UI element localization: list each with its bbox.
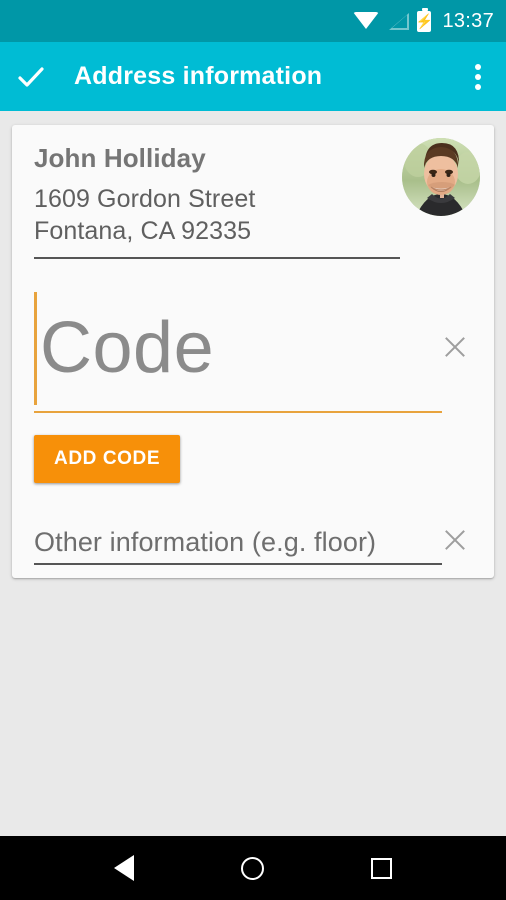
battery-charging-icon: ⚡: [415, 7, 434, 32]
other-input-underline: [34, 563, 442, 565]
check-icon[interactable]: [0, 61, 62, 93]
address-card: John Holliday 1609 Gordon Street Fontana…: [12, 125, 494, 578]
home-circle-icon[interactable]: [223, 836, 283, 900]
add-code-button[interactable]: ADD CODE: [34, 435, 181, 483]
more-vertical-icon[interactable]: [450, 42, 506, 111]
address-line-1: 1609 Gordon Street: [34, 185, 256, 213]
overflow-dot: [475, 73, 481, 80]
recipient-name: John Holliday: [34, 143, 206, 173]
wifi-icon: [353, 12, 380, 29]
cell-signal-icon: [387, 12, 410, 30]
close-icon[interactable]: [440, 525, 470, 555]
phone-screen: ⚡ 13:37 Address information John Hollida…: [0, 0, 506, 900]
home-glyph: [241, 856, 265, 880]
recents-glyph: [371, 857, 393, 879]
back-triangle-icon[interactable]: [94, 836, 154, 900]
close-icon-glyph: [440, 525, 470, 555]
status-time: 13:37: [442, 9, 494, 32]
close-icon[interactable]: [440, 332, 470, 362]
app-bar: Address information: [0, 42, 506, 111]
address-line-2: Fontana, CA 92335: [34, 217, 252, 245]
back-glyph: [114, 855, 135, 881]
other-information-input[interactable]: Other information (e.g. floor): [34, 522, 376, 562]
address-divider: [34, 257, 400, 259]
page-title: Address information: [74, 62, 323, 90]
text-cursor: [34, 292, 37, 405]
recents-square-icon[interactable]: [352, 836, 412, 900]
close-icon-glyph: [440, 332, 470, 362]
status-bar: ⚡ 13:37: [0, 0, 506, 42]
avatar: [402, 138, 480, 216]
code-input-underline: [34, 411, 442, 413]
overflow-dot: [475, 63, 481, 70]
android-nav-bar: [0, 836, 506, 900]
code-field-row[interactable]: Code: [12, 290, 494, 415]
other-field-row[interactable]: Other information (e.g. floor): [12, 520, 494, 580]
overflow-dot: [475, 83, 481, 90]
code-input[interactable]: Code: [40, 296, 214, 400]
charging-bolt-icon: ⚡: [415, 13, 434, 29]
status-icon-group: ⚡ 13:37: [353, 7, 494, 33]
